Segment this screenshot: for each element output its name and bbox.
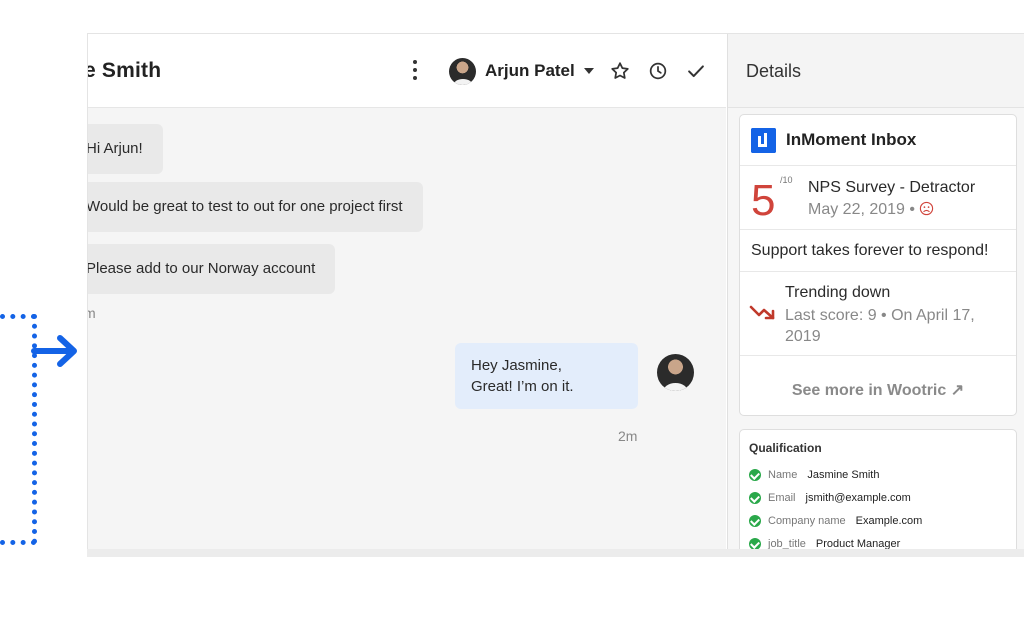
chevron-down-icon bbox=[583, 68, 594, 74]
survey-title: NPS Survey - Detractor bbox=[808, 179, 976, 196]
contact-name: e Smith bbox=[87, 59, 162, 82]
field-value: jsmith@example.com bbox=[805, 492, 911, 504]
check-circle-icon bbox=[749, 469, 761, 481]
qualification-card: Qualification Name Jasmine Smith Email j… bbox=[739, 429, 1017, 552]
outgoing-message-bubble: Hey Jasmine, Great! I’m on it. bbox=[455, 343, 638, 409]
message-timestamp: m bbox=[88, 305, 96, 321]
clock-icon[interactable] bbox=[647, 60, 669, 82]
inmoment-logo-icon bbox=[751, 128, 776, 153]
assignee-name: Arjun Patel bbox=[485, 61, 575, 80]
message-text: Please add to our Norway account bbox=[87, 260, 316, 277]
field-key: Name bbox=[768, 469, 798, 481]
inbox-window: e Smith Arjun Patel Hi Arjun! Would be g… bbox=[87, 33, 1024, 552]
check-circle-icon bbox=[749, 492, 761, 504]
survey-date-text: May 22, 2019 • bbox=[808, 201, 915, 218]
inmoment-card: InMoment Inbox 5 /10 NPS Survey - Detrac… bbox=[739, 114, 1017, 416]
connector-top-line bbox=[0, 314, 36, 319]
nps-score-max: /10 bbox=[780, 175, 793, 185]
qualification-row: Email jsmith@example.com bbox=[749, 489, 911, 507]
qualification-row: Name Jasmine Smith bbox=[749, 466, 879, 484]
window-bottom-bar bbox=[87, 549, 1024, 557]
sad-face-icon bbox=[920, 201, 934, 216]
message-text: Hey Jasmine, bbox=[471, 357, 562, 374]
field-key: Email bbox=[768, 492, 796, 504]
message-text: Hi Arjun! bbox=[87, 140, 143, 157]
nps-score: 5 bbox=[751, 176, 776, 225]
survey-comment: Support takes forever to respond! bbox=[751, 242, 989, 259]
details-header: Details bbox=[728, 34, 1024, 108]
check-icon[interactable] bbox=[685, 60, 707, 82]
message-bubble: Would be great to test to out for one pr… bbox=[87, 182, 423, 232]
avatar bbox=[657, 354, 694, 391]
message-bubble: Please add to our Norway account bbox=[87, 244, 336, 294]
connector-bottom-line bbox=[0, 540, 36, 545]
details-panel: Details InMoment Inbox 5 /10 NPS Survey … bbox=[727, 34, 1024, 552]
kebab-icon[interactable] bbox=[410, 60, 420, 84]
field-key: Company name bbox=[768, 515, 846, 527]
survey-date: May 22, 2019 • bbox=[808, 201, 934, 219]
check-circle-icon bbox=[749, 515, 761, 527]
chat-area: Hi Arjun! Would be great to test to out … bbox=[88, 108, 726, 552]
conversation-header: e Smith Arjun Patel bbox=[88, 34, 726, 108]
field-value: Example.com bbox=[855, 515, 923, 527]
star-icon[interactable] bbox=[609, 60, 631, 82]
assignee-dropdown[interactable]: Arjun Patel bbox=[449, 56, 594, 86]
see-more-link[interactable]: See more in Wootric ↗ bbox=[740, 380, 1016, 400]
qualification-row: Company name Example.com bbox=[749, 512, 922, 530]
avatar bbox=[449, 57, 476, 85]
trend-row bbox=[740, 271, 1016, 356]
message-text: Would be great to test to out for one pr… bbox=[87, 198, 403, 215]
details-title: Details bbox=[746, 61, 802, 81]
field-value: Jasmine Smith bbox=[807, 469, 880, 481]
qualification-title: Qualification bbox=[749, 441, 822, 455]
message-timestamp: 2m bbox=[618, 428, 638, 444]
brand-name: InMoment Inbox bbox=[786, 130, 917, 149]
message-text: Great! I’m on it. bbox=[471, 378, 574, 395]
message-bubble: Hi Arjun! bbox=[87, 124, 163, 174]
arrow-right-icon bbox=[31, 335, 77, 367]
